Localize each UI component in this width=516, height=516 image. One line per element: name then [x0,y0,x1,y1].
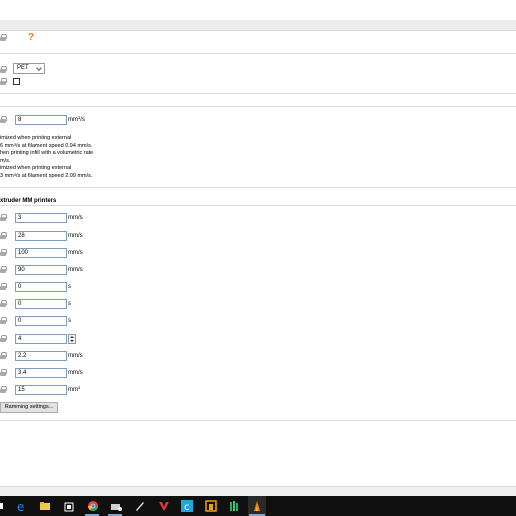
minimal-purge-volume-input[interactable]: 15 [15,385,67,395]
toolchange-unload-time-input[interactable]: 0 [15,299,67,309]
lock-icon[interactable] [0,232,7,239]
cooling-initial-speed-input[interactable]: 2.2 [15,351,67,361]
lock-icon[interactable] [0,352,7,359]
cooling-moves-spinner[interactable] [68,334,76,344]
taskbar: e c [0,496,516,516]
cooling-moves-input[interactable]: 4 [15,334,67,344]
divider [0,53,516,54]
lock-icon[interactable] [0,116,7,123]
lock-icon[interactable] [0,66,7,73]
unit-label: mm/s [68,267,83,273]
lock-icon[interactable] [0,214,7,221]
unit-label: s [68,301,71,307]
c-app-icon[interactable]: c [181,500,193,512]
ramming-settings-button[interactable]: Ramming settings... [0,402,58,413]
svg-text:c: c [184,502,190,512]
file-explorer-icon[interactable] [39,500,51,512]
unit-label: mm/s [68,353,83,359]
divider [0,187,516,188]
filament-type-select[interactable]: PET [13,63,45,74]
divider [0,106,516,107]
lock-icon[interactable] [0,317,7,324]
unit-label: s [68,284,71,290]
lock-icon[interactable] [0,300,7,307]
svg-text:e: e [17,500,24,512]
tab-strip [0,20,516,31]
lock-icon[interactable] [0,249,7,256]
divider [0,93,516,94]
edge-icon[interactable]: e [16,500,28,512]
unit-label: mm/s [68,233,83,239]
red-v-app-icon[interactable] [158,500,170,512]
arrow-down-icon[interactable] [70,340,74,342]
unit-label: mm/s [68,250,83,256]
divider [0,420,516,421]
toolchange-load-time-input[interactable]: 0 [15,316,67,326]
lock-icon[interactable] [0,266,7,273]
unit-label: mm/s [68,215,83,221]
arrow-up-icon[interactable] [70,336,74,338]
unloading-speed-input[interactable]: 100 [15,248,67,258]
unit-label: mm3 [68,385,81,393]
lock-icon[interactable] [0,78,7,85]
soluble-checkbox[interactable] [13,78,20,85]
unit-label: mm3/s [68,115,85,123]
volumetric-speed-note: imized when printing external 6 mm3/s at… [0,135,94,179]
green-bars-app-icon[interactable] [228,500,240,512]
prusa-slicer-icon[interactable] [251,500,263,512]
lock-icon[interactable] [0,283,7,290]
lock-icon[interactable] [0,34,7,41]
unit-label: mm/s [68,370,83,376]
chrome-icon[interactable] [87,500,99,512]
window-top-area [0,0,516,20]
lock-icon[interactable] [0,335,7,342]
cooling-final-speed-input[interactable]: 3.4 [15,368,67,378]
lock-icon[interactable] [0,386,7,393]
max-volumetric-speed-input[interactable]: 8 [15,115,67,125]
section-title: xtruder MM printers [0,198,57,204]
loading-speed-input[interactable]: 28 [15,231,67,241]
loading-speed-start-input[interactable]: 3 [15,213,67,223]
delay-after-unloading-input[interactable]: 0 [15,282,67,292]
cloud-app-icon[interactable] [110,500,122,512]
lock-icon[interactable] [0,369,7,376]
status-bar [0,486,516,496]
help-icon[interactable]: ? [28,32,34,43]
pen-tool-icon[interactable] [134,500,146,512]
filament-type-value: PET [17,65,29,71]
chevron-down-icon [36,65,42,71]
orange-app-icon[interactable] [205,500,217,512]
unloading-speed-start-input[interactable]: 90 [15,265,67,275]
unit-label: s [68,318,71,324]
divider [0,205,516,206]
store-icon[interactable] [63,500,75,512]
start-icon[interactable] [0,503,3,509]
